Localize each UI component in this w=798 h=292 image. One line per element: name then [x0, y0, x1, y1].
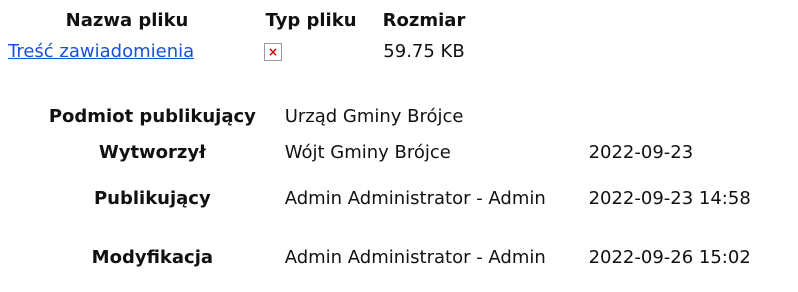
- modified-label: Modyfikacja: [91, 246, 214, 268]
- document-metadata-page: Nazwa pliku Typ pliku Rozmiar Treść zawi…: [0, 0, 798, 292]
- file-download-link[interactable]: Treść zawiadomienia: [8, 41, 194, 62]
- file-size-cell: 59.75 KB: [383, 41, 465, 62]
- column-header-file-name: Nazwa pliku: [65, 10, 189, 31]
- metadata-row-published: Publikujący Admin Administrator - Admin …: [30, 170, 798, 226]
- created-label: Wytworzył: [98, 141, 206, 163]
- metadata-row-modified: Modyfikacja Admin Administrator - Admin …: [30, 226, 798, 288]
- broken-image-icon: ×: [264, 43, 282, 61]
- column-header-file-size: Rozmiar: [382, 10, 466, 31]
- column-header-file-type: Typ pliku: [265, 10, 357, 31]
- published-value: Admin Administrator - Admin: [284, 187, 546, 209]
- publisher-value: Urząd Gminy Brójce: [284, 105, 464, 127]
- modified-value: Admin Administrator - Admin: [284, 246, 546, 268]
- modified-date: 2022-09-26 15:02: [588, 246, 751, 268]
- publisher-date: [588, 98, 798, 134]
- file-name-cell: Treść zawiadomienia: [4, 35, 250, 68]
- published-date: 2022-09-23 14:58: [588, 187, 751, 209]
- metadata-row-publisher: Podmiot publikujący Urząd Gminy Brójce: [30, 98, 798, 134]
- table-row: Treść zawiadomienia × 59.75 KB: [4, 35, 476, 68]
- created-date: 2022-09-23: [588, 141, 694, 163]
- attachments-table: Nazwa pliku Typ pliku Rozmiar Treść zawi…: [4, 6, 476, 68]
- created-value: Wójt Gminy Brójce: [284, 141, 451, 163]
- attachments-header-row: Nazwa pliku Typ pliku Rozmiar: [4, 6, 476, 35]
- metadata-table: Podmiot publikujący Urząd Gminy Brójce W…: [30, 98, 798, 288]
- metadata-row-created: Wytworzył Wójt Gminy Brójce 2022-09-23: [30, 134, 798, 170]
- publisher-label: Podmiot publikujący: [48, 105, 256, 127]
- published-label: Publikujący: [93, 187, 211, 209]
- file-type-cell: ×: [250, 35, 372, 68]
